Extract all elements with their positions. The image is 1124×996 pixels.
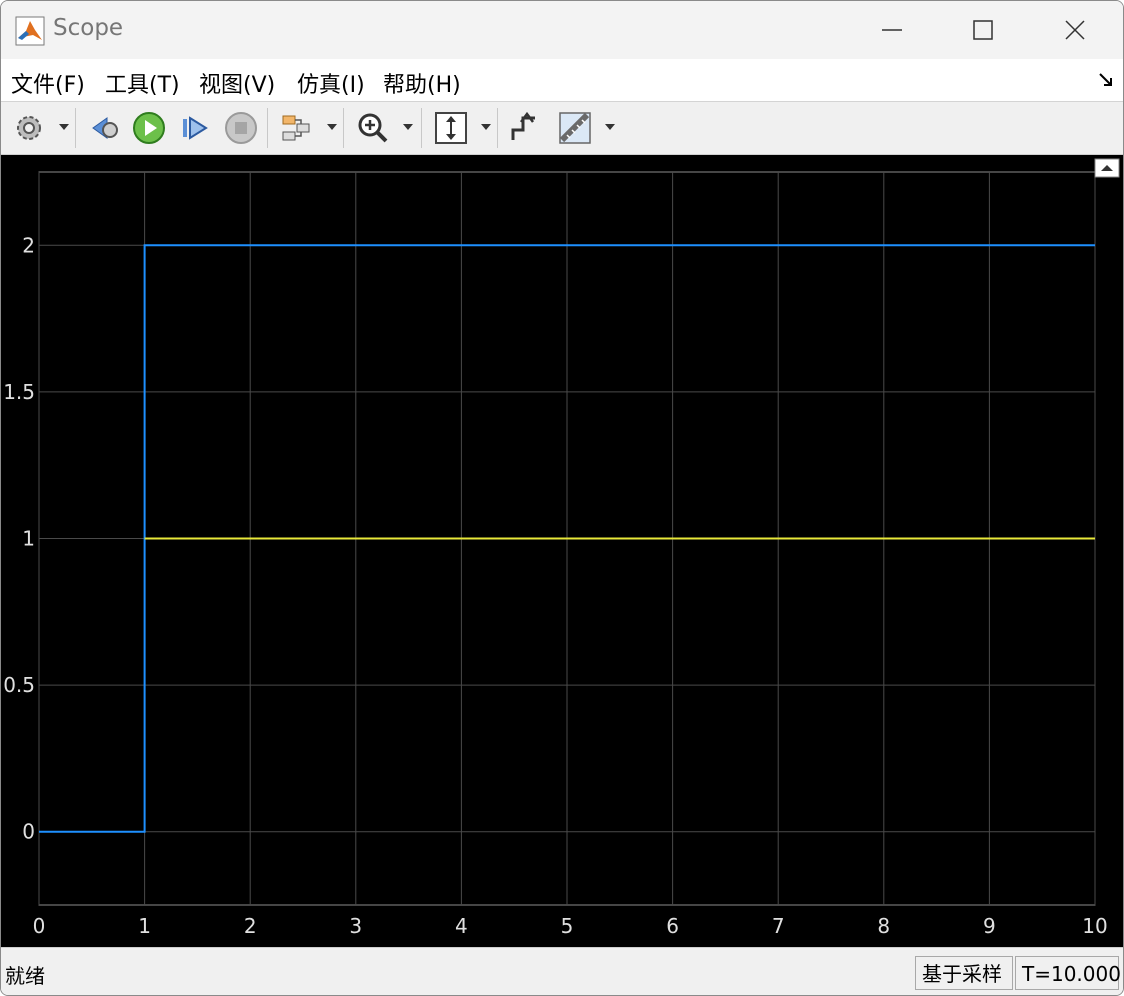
plot-area[interactable]: 0 1 2 3 4 5 6 7 8 9 10 0 0.5 1 1.5 2 <box>1 155 1123 947</box>
signal-select-icon[interactable] <box>279 110 315 146</box>
maximize-icon <box>973 20 993 40</box>
menu-help[interactable]: 帮助(H) <box>383 67 461 99</box>
x-tick-label: 9 <box>983 914 996 938</box>
x-tick-label: 6 <box>666 914 679 938</box>
undock-arrow-icon[interactable] <box>1097 71 1115 89</box>
menu-simulation[interactable]: 仿真(I) <box>297 67 365 99</box>
x-tick-label: 2 <box>244 914 257 938</box>
run-icon[interactable] <box>131 110 167 146</box>
menu-bar: 文件(F) 工具(T) 视图(V) 仿真(I) 帮助(H) <box>1 59 1123 102</box>
y-tick-label: 2 <box>22 233 35 257</box>
status-bar: 就绪 基于采样 T=10.000 <box>1 947 1123 995</box>
simulation-time: T=10.000 <box>1015 956 1121 990</box>
chevron-down-icon[interactable] <box>403 124 413 132</box>
settings-gear-icon[interactable] <box>11 110 47 146</box>
scope-chart[interactable]: 0 1 2 3 4 5 6 7 8 9 10 0 0.5 1 1.5 2 <box>1 155 1123 947</box>
x-tick-label: 10 <box>1082 914 1107 938</box>
close-icon <box>1065 20 1085 40</box>
chevron-down-icon[interactable] <box>605 124 615 132</box>
toolbar-separator <box>421 108 422 148</box>
stop-icon[interactable] <box>223 110 259 146</box>
y-tick-label: 0.5 <box>3 673 35 697</box>
step-forward-icon[interactable] <box>177 110 213 146</box>
triggers-icon[interactable] <box>507 110 543 146</box>
toolbar-separator <box>497 108 498 148</box>
autoscale-icon[interactable] <box>433 110 469 146</box>
status-text: 就绪 <box>5 964 45 988</box>
step-back-icon[interactable] <box>87 110 123 146</box>
chevron-down-icon[interactable] <box>59 124 69 132</box>
matlab-logo-icon <box>15 16 45 46</box>
scope-window: Scope 文件(F) 工具(T) 视图(V) 仿真(I) 帮助(H) 0 1 … <box>0 0 1124 996</box>
x-tick-label: 7 <box>772 914 785 938</box>
x-tick-label: 1 <box>138 914 151 938</box>
y-tick-label: 1 <box>22 527 35 551</box>
toolbar-separator <box>343 108 344 148</box>
menu-file[interactable]: 文件(F) <box>11 67 85 99</box>
window-title: Scope <box>53 15 124 41</box>
x-tick-label: 8 <box>877 914 890 938</box>
toolbar-separator <box>75 108 76 148</box>
y-tick-label: 0 <box>22 820 35 844</box>
x-tick-label: 4 <box>455 914 468 938</box>
minimize-icon <box>882 29 902 31</box>
measure-icon[interactable] <box>557 110 593 146</box>
x-tick-label: 0 <box>33 914 46 938</box>
chevron-down-icon[interactable] <box>481 124 491 132</box>
maximize-button[interactable] <box>937 1 1029 59</box>
menu-tools[interactable]: 工具(T) <box>105 67 180 99</box>
chevron-down-icon[interactable] <box>327 124 337 132</box>
y-tick-label: 1.5 <box>3 380 35 404</box>
x-tick-label: 5 <box>561 914 574 938</box>
toolbar <box>1 102 1123 155</box>
zoom-in-icon[interactable] <box>355 110 391 146</box>
minimize-button[interactable] <box>846 1 938 59</box>
x-tick-label: 3 <box>349 914 362 938</box>
title-bar: Scope <box>1 1 1123 59</box>
close-button[interactable] <box>1029 1 1121 59</box>
toolbar-separator <box>267 108 268 148</box>
menu-view[interactable]: 视图(V) <box>199 67 275 99</box>
sample-mode-indicator: 基于采样 <box>915 956 1013 990</box>
